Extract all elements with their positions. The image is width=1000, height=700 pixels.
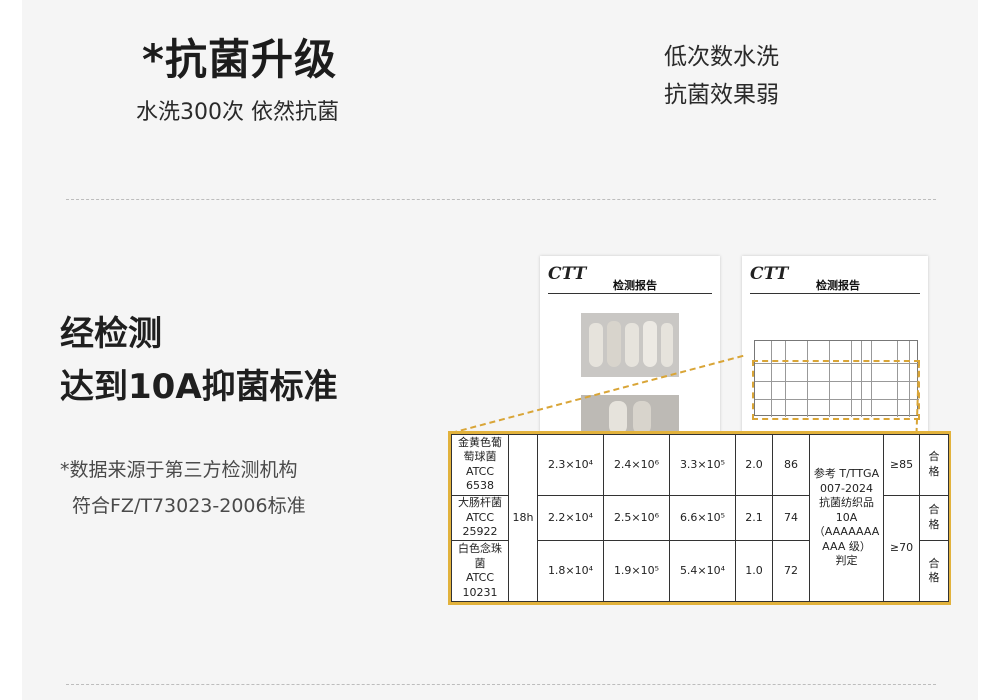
value-cell: 3.3×10⁵	[669, 434, 736, 496]
threshold-cell: ≥85	[883, 434, 920, 496]
test-report-page-1: CTT 检测报告	[540, 256, 720, 446]
result-cell: 合 格	[919, 540, 949, 602]
comparison-line-1: 低次数水洗	[664, 44, 779, 70]
antibacterial-result-table: 金黄色葡 萄球菌 ATCC 6538 18h 2.3×10⁴ 2.4×10⁶ 3…	[448, 431, 951, 605]
value-cell: 1.0	[735, 540, 773, 602]
comparison-text: 低次数水洗 抗菌效果弱	[664, 38, 779, 114]
headline-line-2: 达到10A抑菌标准	[60, 367, 338, 407]
value-cell: 72	[772, 540, 810, 602]
divider-top	[66, 199, 936, 200]
value-cell: 86	[772, 434, 810, 496]
threshold-cell: ≥70	[883, 494, 920, 603]
upgrade-title: *抗菌升级	[142, 35, 337, 84]
value-cell: 2.2×10⁴	[537, 494, 604, 542]
value-cell: 2.3×10⁴	[537, 434, 604, 496]
value-cell: 6.6×10⁵	[669, 494, 736, 542]
report-title-2: 检测报告	[816, 279, 860, 292]
result-table: 金黄色葡 萄球菌 ATCC 6538 18h 2.3×10⁴ 2.4×10⁶ 3…	[451, 434, 949, 603]
source-note: *数据来源于第三方检测机构 符合FZ/T73023-2006标准	[60, 452, 306, 524]
value-cell: 74	[772, 494, 810, 542]
note-line-2: 符合FZ/T73023-2006标准	[72, 495, 306, 517]
sock-photo-2	[581, 395, 679, 435]
value-cell: 2.0	[735, 434, 773, 496]
value-cell: 5.4×10⁴	[669, 540, 736, 602]
strain-cell: 大肠杆菌 ATCC 25922	[451, 494, 509, 542]
note-line-1: *数据来源于第三方检测机构	[60, 459, 298, 481]
value-cell: 2.4×10⁶	[603, 434, 670, 496]
test-report-page-2: CTT 检测报告	[742, 256, 928, 446]
headline-line-1: 经检测	[60, 314, 162, 354]
strain-cell: 金黄色葡 萄球菌 ATCC 6538	[451, 434, 509, 496]
time-cell: 18h	[508, 434, 538, 602]
value-cell: 2.5×10⁶	[603, 494, 670, 542]
wash-subtitle: 水洗300次 依然抗菌	[136, 100, 339, 125]
standard-cell: 参考 T/TTGA 007-2024 抗菌纺织品 10A （AAAAAAA AA…	[809, 434, 884, 602]
report-highlight-box	[752, 360, 920, 420]
sock-photo	[581, 313, 679, 377]
ctt-logo: CTT	[548, 264, 587, 284]
report-title: 检测报告	[613, 279, 657, 292]
result-cell: 合 格	[919, 434, 949, 496]
value-cell: 2.1	[735, 494, 773, 542]
value-cell: 1.8×10⁴	[537, 540, 604, 602]
test-headline: 经检测 达到10A抑菌标准	[60, 308, 338, 414]
strain-cell: 白色念珠 菌 ATCC 10231	[451, 540, 509, 602]
table-row: 金黄色葡 萄球菌 ATCC 6538 18h 2.3×10⁴ 2.4×10⁶ 3…	[451, 434, 949, 602]
ctt-logo-2: CTT	[750, 264, 789, 284]
value-cell: 1.9×10⁵	[603, 540, 670, 602]
divider-bottom	[66, 684, 936, 685]
comparison-line-2: 抗菌效果弱	[664, 82, 779, 108]
result-cell: 合 格	[919, 494, 949, 542]
